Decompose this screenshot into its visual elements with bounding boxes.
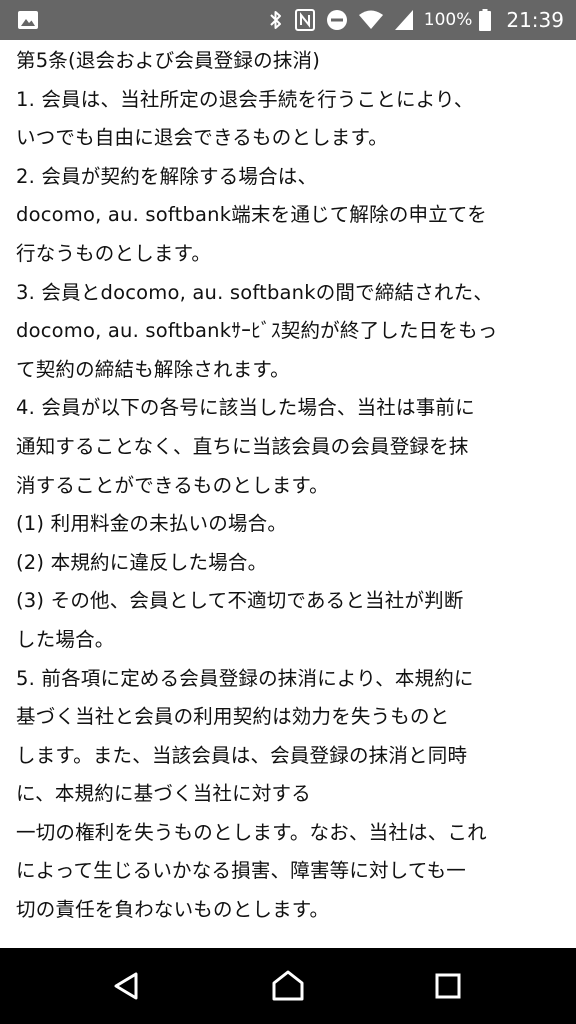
article-line: 5. 前各項に定める会員登録の抹消により、本規約に [16,666,474,690]
article-line: (3) その他、会員として不適切であると当社が判断 [16,589,464,613]
article-line: します。また、当該会員は、会員登録の抹消と同時 [16,743,468,767]
article-line: した場合。 [16,627,115,651]
do-not-disturb-icon [326,9,348,31]
battery-icon [478,8,492,32]
home-button[interactable] [268,966,308,1006]
article-line: 消することができるものとします。 [16,473,329,497]
article-line: 4. 会員が以下の各号に該当した場合、当社は事前に [16,396,475,420]
navigation-bar [0,948,576,1024]
status-bar: 100% 21:39 [0,0,576,40]
article-line: 2. 会員が契約を解除する場合は、 [16,164,318,188]
status-icons: 100% 21:39 [268,0,564,40]
image-icon [16,8,40,32]
wifi-icon [358,9,384,31]
article-line: 一切の権利を失うものとします。なお、当社は、これ [16,820,487,844]
article-line: 通知することなく、直ちに当該会員の会員登録を抹 [16,434,469,458]
battery-percent: 100% [423,10,473,30]
article-line: 3. 会員とdocomo, au. softbankの間で締結された、 [16,280,494,304]
recents-button[interactable] [428,966,468,1006]
article-line: 行なうものとします。 [16,241,212,265]
cellular-signal-icon [394,9,414,31]
article-line: によって生じるいかなる損害、障害等に対しても一 [16,859,466,883]
nfc-icon [294,8,316,32]
bluetooth-icon [268,8,284,32]
article-line: 切の責任を負わないものとします。 [16,898,330,922]
home-icon [272,970,304,1001]
clock: 21:39 [506,8,564,32]
article-line: (2) 本規約に違反した場合。 [16,550,268,574]
article-line: 1. 会員は、当社所定の退会手続を行うことにより、 [16,87,474,111]
article-line: いつでも自由に退会できるものとします。 [16,126,388,150]
article-heading: 第5条(退会および会員登録の抹消) [16,49,321,72]
article-line: に、本規約に基づく当社に対する [16,782,311,806]
article-line: docomo, au. softbank端末を通じて解除の申立てを [16,203,487,227]
recents-square-icon [435,973,461,999]
article-line: (1) 利用料金の未払いの場合。 [16,512,288,536]
article-line: 基づく当社と会員の利用契約は効力を失うものと [16,705,450,729]
terms-article: 第5条(退会および会員登録の抹消) 1. 会員は、当社所定の退会手続を行うことに… [0,40,576,946]
back-button[interactable] [107,966,147,1006]
article-line: て契約の締結も解除されます。 [16,357,290,381]
back-triangle-icon [114,972,138,1000]
article-line: docomo, au. softbankｻｰﾋﾞｽ契約が終了した日をもっ [16,319,498,343]
